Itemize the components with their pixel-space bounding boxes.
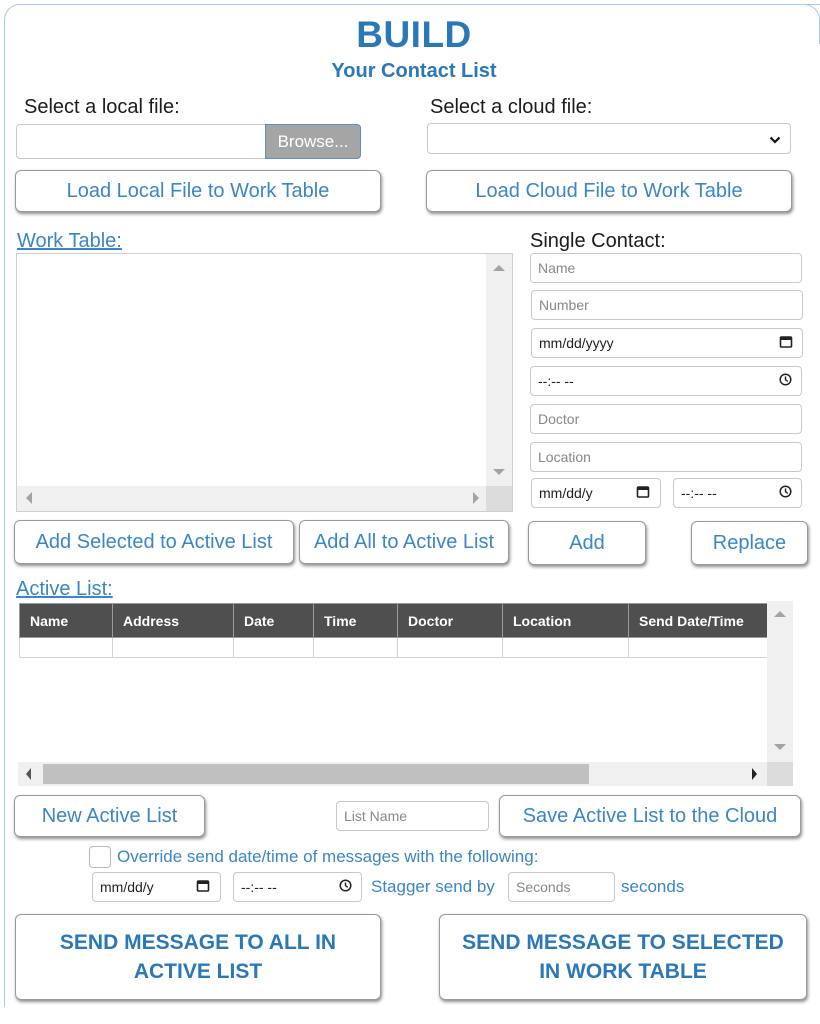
local-file-input[interactable] xyxy=(16,124,266,159)
scroll-left-icon[interactable] xyxy=(26,768,31,780)
clock-icon[interactable] xyxy=(779,373,792,389)
scroll-down-icon[interactable] xyxy=(774,744,786,750)
name-input[interactable]: Name xyxy=(530,253,802,283)
column-header-doctor[interactable]: Doctor xyxy=(397,603,503,638)
cloud-file-select[interactable] xyxy=(427,123,791,154)
send-date-placeholder: mm/dd/y xyxy=(539,485,593,501)
override-checkbox[interactable] xyxy=(89,846,111,868)
number-input[interactable]: Number xyxy=(531,290,803,320)
active-list-table[interactable]: Name Address Date Time Doctor Location S… xyxy=(19,603,769,658)
add-all-button[interactable]: Add All to Active List xyxy=(299,520,509,564)
location-input[interactable]: Location xyxy=(530,442,802,472)
column-header-time[interactable]: Time xyxy=(313,603,398,638)
work-table-vscrollbar[interactable] xyxy=(486,254,512,486)
work-table-hscrollbar[interactable] xyxy=(17,486,488,511)
send-time-placeholder: --:-- -- xyxy=(681,485,717,501)
page-subtitle: Your Contact List xyxy=(331,60,497,82)
single-contact-label: Single Contact: xyxy=(530,230,666,252)
scroll-down-icon[interactable] xyxy=(493,469,505,475)
scroll-up-icon[interactable] xyxy=(493,265,505,271)
doctor-input[interactable]: Doctor xyxy=(530,404,802,434)
active-list-hscrollbar[interactable] xyxy=(18,762,767,786)
scroll-up-icon[interactable] xyxy=(774,611,786,617)
time-placeholder: --:-- -- xyxy=(538,373,574,389)
time-input[interactable]: --:-- -- xyxy=(530,366,802,396)
cell-address[interactable] xyxy=(112,637,234,658)
save-active-list-button[interactable]: Save Active List to the Cloud xyxy=(499,795,801,837)
column-header-address[interactable]: Address xyxy=(112,603,234,638)
override-label: Override send date/time of messages with… xyxy=(117,847,539,866)
table-row[interactable] xyxy=(19,637,769,658)
date-input[interactable]: mm/dd/yyyy xyxy=(531,328,803,358)
work-table-label[interactable]: Work Table: xyxy=(17,230,122,253)
location-placeholder: Location xyxy=(538,449,591,465)
stagger-label: Stagger send by xyxy=(371,877,495,896)
send-date-input[interactable]: mm/dd/y xyxy=(531,478,661,508)
calendar-icon[interactable] xyxy=(196,879,210,896)
column-header-date[interactable]: Date xyxy=(233,603,314,638)
override-date-input[interactable]: mm/dd/y xyxy=(92,872,221,902)
new-active-list-button[interactable]: New Active List xyxy=(14,795,205,837)
scroll-corner xyxy=(486,486,512,511)
calendar-icon[interactable] xyxy=(636,485,650,502)
list-name-input[interactable]: List Name xyxy=(336,801,489,831)
doctor-placeholder: Doctor xyxy=(538,411,580,427)
browse-button[interactable]: Browse... xyxy=(265,124,361,159)
cell-name[interactable] xyxy=(19,637,113,658)
scroll-right-icon[interactable] xyxy=(473,492,479,504)
stagger-seconds-input[interactable]: Seconds xyxy=(508,872,615,902)
send-to-all-button[interactable]: SEND MESSAGE TO ALL IN ACTIVE LIST xyxy=(15,914,381,1000)
cell-doctor[interactable] xyxy=(397,637,503,658)
cell-location[interactable] xyxy=(502,637,629,658)
send-to-selected-button[interactable]: SEND MESSAGE TO SELECTED IN WORK TABLE xyxy=(439,914,807,1000)
add-selected-button[interactable]: Add Selected to Active List xyxy=(14,520,294,564)
seconds-placeholder: Seconds xyxy=(516,879,571,895)
cell-time[interactable] xyxy=(313,637,398,658)
page-title: BUILD xyxy=(356,14,472,55)
send-time-input[interactable]: --:-- -- xyxy=(673,478,802,508)
cell-send-datetime[interactable] xyxy=(628,637,769,658)
chevron-down-icon xyxy=(769,131,781,147)
clock-icon[interactable] xyxy=(779,485,792,501)
active-list-vscrollbar[interactable] xyxy=(767,601,793,762)
active-list-label[interactable]: Active List: xyxy=(16,578,113,601)
cell-date[interactable] xyxy=(233,637,314,658)
scroll-corner xyxy=(767,762,793,786)
name-placeholder: Name xyxy=(538,260,576,276)
date-placeholder: mm/dd/yyyy xyxy=(539,335,614,351)
override-time-placeholder: --:-- -- xyxy=(241,879,277,895)
cloud-file-label: Select a cloud file: xyxy=(430,96,593,118)
column-header-name[interactable]: Name xyxy=(19,603,113,638)
seconds-suffix: seconds xyxy=(621,877,685,896)
scroll-left-icon[interactable] xyxy=(26,492,32,504)
number-placeholder: Number xyxy=(539,297,589,313)
replace-contact-button[interactable]: Replace xyxy=(691,521,808,565)
load-cloud-file-button[interactable]: Load Cloud File to Work Table xyxy=(426,170,792,212)
column-header-send-datetime[interactable]: Send Date/Time xyxy=(628,603,769,638)
work-table[interactable] xyxy=(16,253,513,512)
override-time-input[interactable]: --:-- -- xyxy=(233,872,362,902)
load-local-file-button[interactable]: Load Local File to Work Table xyxy=(15,170,381,212)
scroll-right-icon[interactable] xyxy=(752,768,757,780)
calendar-icon[interactable] xyxy=(779,335,793,352)
override-date-placeholder: mm/dd/y xyxy=(100,879,154,895)
clock-icon[interactable] xyxy=(339,879,352,895)
local-file-label: Select a local file: xyxy=(24,96,180,118)
active-list-header-row: Name Address Date Time Doctor Location S… xyxy=(19,603,769,638)
add-contact-button[interactable]: Add xyxy=(528,521,646,565)
column-header-location[interactable]: Location xyxy=(502,603,629,638)
scrollbar-thumb[interactable] xyxy=(43,764,589,784)
list-name-placeholder: List Name xyxy=(344,808,408,824)
